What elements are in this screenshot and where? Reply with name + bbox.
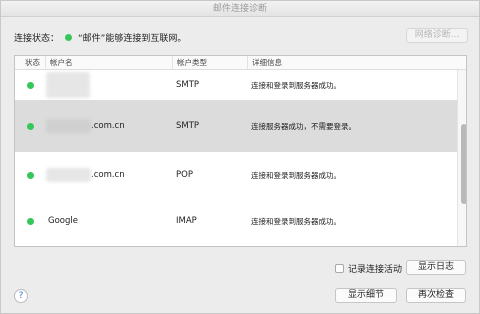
table-header: 状态 帐户名 帐户类型 详细信息 [15, 56, 466, 70]
log-connection-activity-label: 记录连接活动 [348, 264, 403, 275]
column-header-detail[interactable]: 详细信息 [247, 56, 457, 70]
account-detail: 连接和登录到服务器成功。 [251, 170, 341, 180]
show-details-button[interactable]: 显示细节 [335, 288, 397, 303]
account-detail: 连接和登录到服务器成功。 [251, 80, 341, 90]
log-connection-activity-checkbox[interactable]: 记录连接活动 [335, 262, 403, 275]
column-header-account[interactable]: 帐户名 [45, 56, 173, 70]
window-title: 邮件连接诊断 [1, 1, 479, 17]
table-row[interactable]: Google IMAP 连接和登录到服务器成功。 [15, 198, 457, 244]
account-name: .com.cn [91, 121, 125, 131]
table-row[interactable]: .com.cn POP 连接和登录到服务器成功。 [15, 152, 457, 198]
status-label: 连接状态： [14, 33, 60, 44]
connection-status: 连接状态： “邮件”能够连接到互联网。 [14, 30, 186, 44]
redacted-account-name [46, 119, 91, 133]
redacted-account-name [46, 168, 91, 182]
account-detail: 连接和登录到服务器成功。 [251, 216, 341, 226]
recheck-button[interactable]: 再次检查 [406, 288, 466, 303]
column-header-status[interactable]: 状态 [21, 56, 43, 70]
table-row[interactable]: .com.cn SMTP 连接服务器成功，不需要登录。 [15, 100, 457, 152]
accounts-table: 状态 帐户名 帐户类型 详细信息 SMTP 连接和登录到服务器成功。 .com.… [14, 55, 467, 247]
status-message: “邮件”能够连接到互联网。 [78, 33, 187, 44]
status-ok-icon [27, 81, 34, 89]
account-type: SMTP [176, 80, 200, 90]
account-detail: 连接服务器成功，不需要登录。 [251, 121, 356, 131]
account-type: SMTP [176, 121, 200, 131]
status-ok-icon [27, 171, 34, 179]
connection-doctor-window: 邮件连接诊断 连接状态： “邮件”能够连接到互联网。 网络诊断... 状态 帐户… [0, 0, 480, 314]
status-indicator-icon [65, 33, 73, 41]
table-scrollbar[interactable] [457, 70, 466, 246]
network-diagnostics-button[interactable]: 网络诊断... [406, 28, 468, 43]
status-ok-icon [27, 217, 34, 225]
show-log-button[interactable]: 显示日志 [406, 260, 466, 275]
help-icon[interactable]: ? [14, 289, 28, 303]
account-type: IMAP [176, 216, 197, 226]
checkbox-box[interactable] [335, 263, 344, 273]
column-header-type[interactable]: 帐户类型 [172, 56, 247, 70]
scrollbar-thumb[interactable] [461, 124, 466, 204]
account-type: POP [176, 170, 193, 180]
account-name: .com.cn [91, 170, 125, 180]
account-name: Google [48, 216, 78, 226]
table-row[interactable]: SMTP 连接和登录到服务器成功。 [15, 70, 457, 100]
redacted-account-name [46, 72, 90, 98]
status-ok-icon [27, 122, 34, 130]
